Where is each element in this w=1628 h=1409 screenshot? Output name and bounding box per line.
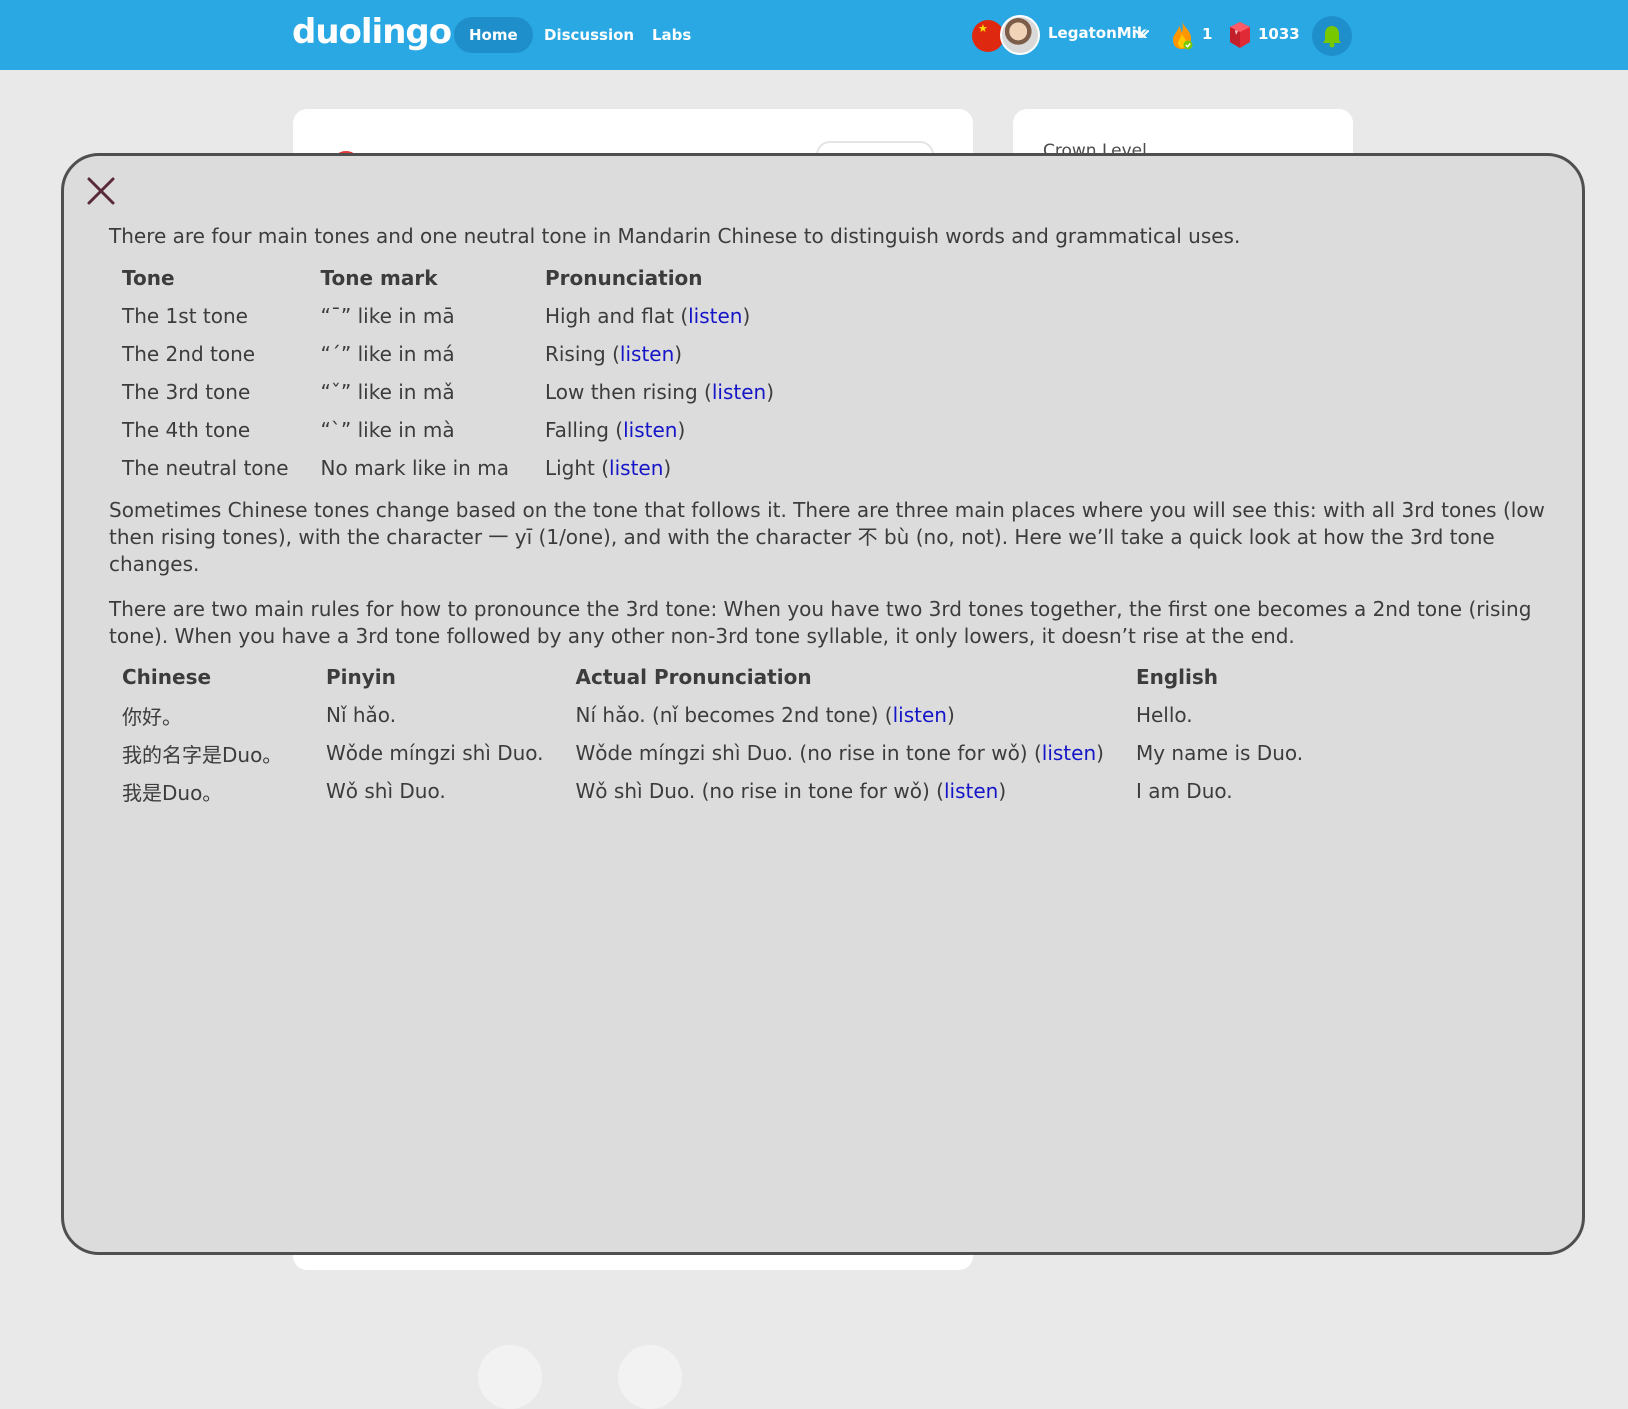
tone-pronunciation: Rising (listen) <box>544 342 683 366</box>
table-row: The 2nd tone “ˊ” like in má Rising (list… <box>112 335 796 373</box>
table-header-row: Tone Tone mark Pronunciation <box>112 259 796 297</box>
avatar[interactable] <box>1000 15 1040 55</box>
notifications-button[interactable] <box>1312 16 1352 56</box>
bell-icon <box>1323 26 1341 48</box>
tone-name: The 1st tone <box>122 304 248 328</box>
column-header: Pinyin <box>326 665 396 689</box>
tone-mark: “ˇ” like in mǎ <box>320 380 455 404</box>
chevron-down-icon[interactable] <box>1134 26 1150 42</box>
english-text: My name is Duo. <box>1135 741 1304 765</box>
table-row: 我的名字是Duo。 Wǒde míngzi shì Duo. Wǒde míng… <box>112 734 1325 772</box>
tone-pronunciation: Low then rising (listen) <box>544 380 775 404</box>
actual-pronunciation: Wǒde míngzi shì Duo. (no rise in tone fo… <box>575 741 1104 765</box>
column-header: Actual Pronunciation <box>575 665 812 689</box>
listen-link[interactable]: listen <box>620 342 674 366</box>
tone-change-paragraph: Sometimes Chinese tones change based on … <box>109 498 1545 576</box>
listen-link[interactable]: listen <box>609 456 663 480</box>
column-header: Tone mark <box>320 266 438 290</box>
tone-name: The 4th tone <box>122 418 251 442</box>
listen-link[interactable]: listen <box>623 418 677 442</box>
actual-pronunciation: Wǒ shì Duo. (no rise in tone for wǒ) (li… <box>575 779 1007 803</box>
listen-link[interactable]: listen <box>1042 741 1096 765</box>
top-navigation-bar: duolingo Home Discussion Labs ★ LegatonM… <box>0 0 1628 70</box>
tone-pronunciation: Falling (listen) <box>544 418 686 442</box>
table-row: The 1st tone “ˉ” like in mā High and fla… <box>112 297 796 335</box>
tone-mark: “ˋ” like in mà <box>320 418 455 442</box>
listen-link[interactable]: listen <box>712 380 766 404</box>
actual-pronunciation: Ní hǎo. (nǐ becomes 2nd tone) (listen) <box>575 703 955 727</box>
table-row: The neutral tone No mark like in ma Ligh… <box>112 449 796 487</box>
tones-table: Tone Tone mark Pronunciation The 1st ton… <box>112 259 796 487</box>
skill-circle <box>618 1345 682 1409</box>
tone-pronunciation: Light (listen) <box>544 456 672 480</box>
chinese-text: 我是Duo。 <box>122 780 223 805</box>
tone-name: The 3rd tone <box>122 380 251 404</box>
skill-circle <box>478 1345 542 1409</box>
tone-mark: “ˉ” like in mā <box>320 304 455 328</box>
nav-discussion[interactable]: Discussion <box>529 17 649 53</box>
duolingo-logo[interactable]: duolingo <box>292 12 452 52</box>
gem-count: 1033 <box>1258 25 1300 43</box>
tone-name: The neutral tone <box>122 456 289 480</box>
pinyin-text: Nǐ hǎo. <box>326 703 397 727</box>
tone-pronunciation: High and flat (listen) <box>544 304 751 328</box>
third-tone-rules-paragraph: There are two main rules for how to pron… <box>109 597 1532 648</box>
table-row: 我是Duo。 Wǒ shì Duo. Wǒ shì Duo. (no rise … <box>112 772 1325 810</box>
column-header: Tone <box>122 266 175 290</box>
username[interactable]: LegatonMik <box>1048 24 1147 42</box>
column-header: Chinese <box>122 665 212 689</box>
tips-modal: There are four main tones and one neutra… <box>61 153 1585 1255</box>
pinyin-text: Wǒde míngzi shì Duo. <box>326 741 544 765</box>
nav-labs[interactable]: Labs <box>637 17 706 53</box>
chinese-text: 我的名字是Duo。 <box>122 742 283 767</box>
listen-link[interactable]: listen <box>944 779 998 803</box>
streak-flame-icon[interactable] <box>1170 20 1194 50</box>
chinese-text: 你好。 <box>122 704 182 729</box>
column-header: Pronunciation <box>544 266 703 290</box>
tone-mark: No mark like in ma <box>320 456 509 480</box>
streak-count: 1 <box>1202 25 1213 43</box>
gem-icon[interactable] <box>1228 21 1252 49</box>
close-icon[interactable] <box>84 174 118 208</box>
examples-table: Chinese Pinyin Actual Pronunciation Engl… <box>112 658 1325 810</box>
listen-link[interactable]: listen <box>688 304 742 328</box>
tone-mark: “ˊ” like in má <box>320 342 455 366</box>
table-header-row: Chinese Pinyin Actual Pronunciation Engl… <box>112 658 1325 696</box>
tone-name: The 2nd tone <box>122 342 256 366</box>
listen-link[interactable]: listen <box>893 703 947 727</box>
nav-home[interactable]: Home <box>454 17 533 53</box>
table-row: The 4th tone “ˋ” like in mà Falling (lis… <box>112 411 796 449</box>
column-header: English <box>1135 665 1219 689</box>
english-text: Hello. <box>1135 703 1193 727</box>
english-text: I am Duo. <box>1135 779 1233 803</box>
intro-paragraph: There are four main tones and one neutra… <box>109 224 1241 248</box>
table-row: The 3rd tone “ˇ” like in mǎ Low then ris… <box>112 373 796 411</box>
pinyin-text: Wǒ shì Duo. <box>326 779 446 803</box>
table-row: 你好。 Nǐ hǎo. Ní hǎo. (nǐ becomes 2nd tone… <box>112 696 1325 734</box>
